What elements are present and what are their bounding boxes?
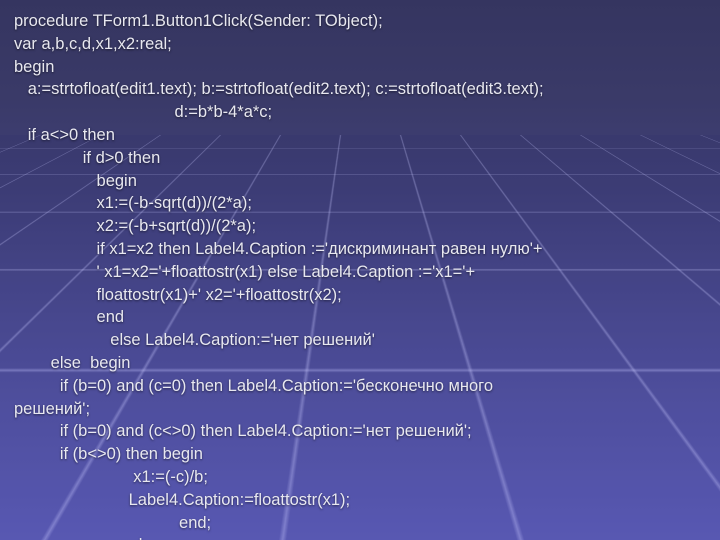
- code-line: d:=b*b-4*a*c;: [14, 103, 272, 121]
- code-line: x1:=(-c)/b;: [14, 468, 208, 486]
- code-line: решений';: [14, 400, 90, 418]
- code-line: a:=strtofloat(edit1.text); b:=strtofloat…: [14, 80, 544, 98]
- code-line: begin: [14, 58, 54, 76]
- code-line: end;: [14, 536, 147, 540]
- code-line: end;: [14, 514, 211, 532]
- code-line: Label4.Caption:=floattostr(x1);: [14, 491, 350, 509]
- code-line: if (b=0) and (c<>0) then Label4.Caption:…: [14, 422, 472, 440]
- code-line: ' x1=x2='+floattostr(x1) else Label4.Cap…: [14, 263, 475, 281]
- code-line: if (b=0) and (c=0) then Label4.Caption:=…: [14, 377, 493, 395]
- code-line: if x1=x2 then Label4.Caption :='дискрими…: [14, 240, 542, 258]
- code-line: x2:=(-b+sqrt(d))/(2*a);: [14, 217, 256, 235]
- code-line: if (b<>0) then begin: [14, 445, 203, 463]
- code-line: if a<>0 then: [14, 126, 115, 144]
- code-line: x1:=(-b-sqrt(d))/(2*a);: [14, 194, 252, 212]
- code-line: end: [14, 308, 124, 326]
- code-line: floattostr(x1)+' x2='+floattostr(x2);: [14, 286, 342, 304]
- code-line: procedure TForm1.Button1Click(Sender: TO…: [14, 12, 383, 30]
- code-line: begin: [14, 172, 137, 190]
- code-block: procedure TForm1.Button1Click(Sender: TO…: [14, 10, 710, 540]
- code-line: else begin: [14, 354, 130, 372]
- code-line: if d>0 then: [14, 149, 160, 167]
- code-line: var a,b,c,d,x1,x2:real;: [14, 35, 172, 53]
- code-line: else Label4.Caption:='нет решений': [14, 331, 375, 349]
